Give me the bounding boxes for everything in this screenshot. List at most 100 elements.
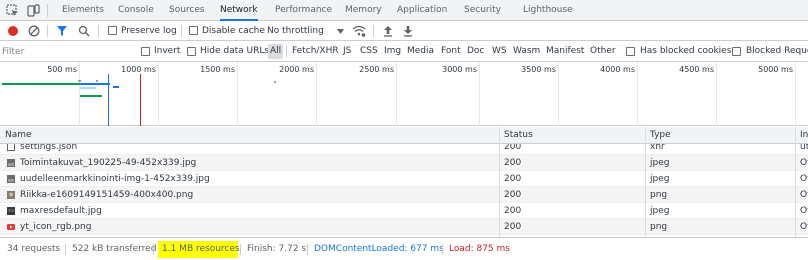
filter-type-wasm[interactable]: Wasm (513, 41, 540, 62)
request-initiator[interactable]: Ot (795, 171, 808, 187)
request-name: Toimintakuvat_190225-49-452x339.jpg (20, 158, 197, 168)
import-har-icon[interactable] (383, 25, 393, 37)
tab-lighthouse[interactable]: Lighthouse (523, 0, 573, 21)
column-header-name[interactable]: Name (0, 127, 499, 144)
column-divider[interactable] (645, 127, 646, 144)
request-initiator[interactable]: ut (795, 144, 808, 155)
filter-type-font[interactable]: Font (441, 41, 461, 62)
request-status: 200 (504, 144, 522, 152)
table-row[interactable]: settings.json 200 xhr ut (0, 144, 808, 155)
filter-type-css[interactable]: CSS (360, 41, 378, 62)
divider (47, 25, 48, 37)
inspect-element-icon[interactable] (6, 4, 19, 17)
table-row[interactable]: Riikka-e1609149151459-400x400.png 200 pn… (0, 187, 808, 203)
overview-tick (716, 62, 717, 126)
overview-request-bar (80, 87, 96, 89)
network-summary-bar: 34 requests 522 kB transferred 1.1 MB re… (0, 237, 808, 260)
overview-tick-label: 4500 ms (679, 65, 714, 74)
column-header-initiator[interactable]: Ini (795, 127, 808, 144)
overview-tick-label: 2000 ms (279, 65, 314, 74)
table-row[interactable]: uudelleenmarkkinointi-img-1-452x339.jpg … (0, 171, 808, 187)
table-row[interactable]: maxresdefault.jpg 200 jpeg Ot (0, 203, 808, 219)
overview-tick (316, 62, 317, 126)
filter-type-img[interactable]: Img (384, 41, 401, 62)
requests-table-header: Name Status Type Ini (0, 127, 808, 144)
request-type: jpeg (650, 206, 670, 216)
overview-tick (637, 62, 638, 126)
request-name: Riikka-e1609149151459-400x400.png (20, 190, 194, 200)
column-divider[interactable] (795, 127, 796, 144)
disable-cache-checkbox[interactable] (189, 26, 198, 35)
preserve-log-checkbox[interactable] (108, 26, 117, 35)
filter-type-fetch-xhr[interactable]: Fetch/XHR (292, 41, 339, 62)
devtools-tabbar: Elements Console Sources Network Perform… (0, 0, 808, 21)
filter-type-js[interactable]: JS (343, 41, 351, 62)
disable-cache-label: Disable cache (202, 26, 265, 36)
load-time: Load: 875 ms (449, 244, 510, 254)
tab-performance[interactable]: Performance (275, 0, 332, 21)
column-divider[interactable] (645, 144, 646, 237)
filter-type-other[interactable]: Other (590, 41, 616, 62)
export-har-icon[interactable] (403, 25, 413, 37)
request-type: jpeg (650, 158, 670, 168)
request-initiator[interactable]: Ot (795, 203, 808, 219)
overview-tick-label: 3500 ms (521, 65, 556, 74)
image-icon (7, 207, 15, 215)
network-overview[interactable]: 500 ms 1000 ms 1500 ms 2000 ms 2500 ms 3… (0, 62, 808, 126)
overview-tick-label: 2500 ms (359, 65, 394, 74)
column-divider[interactable] (795, 144, 796, 237)
requests-count: 34 requests (7, 244, 61, 254)
divider (240, 244, 241, 255)
requests-table-body: settings.json 200 xhr ut Toimintakuvat_1… (0, 144, 808, 237)
chevron-down-icon[interactable] (337, 29, 344, 34)
request-initiator[interactable]: Ot (795, 155, 808, 171)
domcontentloaded-time: DOMContentLoaded: 677 ms (314, 244, 444, 254)
request-initiator[interactable]: Ot (795, 219, 808, 235)
table-row[interactable]: yt_icon_rgb.png 200 png Ot (0, 219, 808, 235)
tab-memory[interactable]: Memory (345, 0, 382, 21)
filter-icon[interactable] (56, 25, 68, 37)
request-initiator[interactable]: Ot (795, 187, 808, 203)
column-divider[interactable] (499, 127, 500, 144)
overview-tick-label: 4000 ms (600, 65, 635, 74)
tab-security[interactable]: Security (464, 0, 501, 21)
overview-request-bar (113, 86, 119, 88)
request-name: yt_icon_rgb.png (20, 222, 92, 232)
device-toolbar-icon[interactable] (27, 4, 40, 17)
table-row[interactable]: Toimintakuvat_190225-49-452x339.jpg 200 … (0, 155, 808, 171)
request-type: xhr (650, 144, 665, 152)
column-header-type[interactable]: Type (645, 127, 795, 144)
record-icon[interactable] (7, 25, 19, 37)
overview-tick (795, 62, 796, 126)
divider (442, 244, 443, 255)
overview-request-bar (80, 95, 102, 97)
divider (98, 25, 99, 37)
filter-type-ws[interactable]: WS (492, 41, 507, 62)
filter-type-manifest[interactable]: Manifest (546, 41, 584, 62)
search-icon[interactable] (78, 25, 90, 37)
red-image-icon (7, 224, 15, 230)
network-conditions-icon[interactable] (352, 25, 366, 37)
blocked-requests-checkbox[interactable] (732, 47, 741, 56)
throttling-select[interactable]: No throttling (267, 21, 324, 41)
invert-checkbox[interactable] (141, 47, 150, 56)
tab-console[interactable]: Console (118, 0, 154, 21)
tab-sources[interactable]: Sources (169, 0, 205, 21)
filter-type-all[interactable]: All (268, 44, 284, 59)
column-divider[interactable] (499, 144, 500, 237)
overview-tick (79, 62, 80, 126)
filter-type-media[interactable]: Media (407, 41, 434, 62)
filter-type-doc[interactable]: Doc (467, 41, 484, 62)
preserve-log-label: Preserve log (121, 26, 177, 36)
column-header-status[interactable]: Status (499, 127, 645, 144)
overview-tick (158, 62, 159, 126)
filter-input[interactable] (2, 44, 132, 59)
overview-tick (396, 62, 397, 126)
tab-elements[interactable]: Elements (62, 0, 104, 21)
clear-icon[interactable] (28, 25, 40, 37)
network-toolbar: Preserve log Disable cache No throttling (0, 21, 808, 41)
has-blocked-cookies-checkbox[interactable] (626, 47, 635, 56)
hide-data-urls-checkbox[interactable] (187, 47, 196, 56)
tab-network[interactable]: Network (220, 0, 258, 21)
tab-application[interactable]: Application (397, 0, 447, 21)
